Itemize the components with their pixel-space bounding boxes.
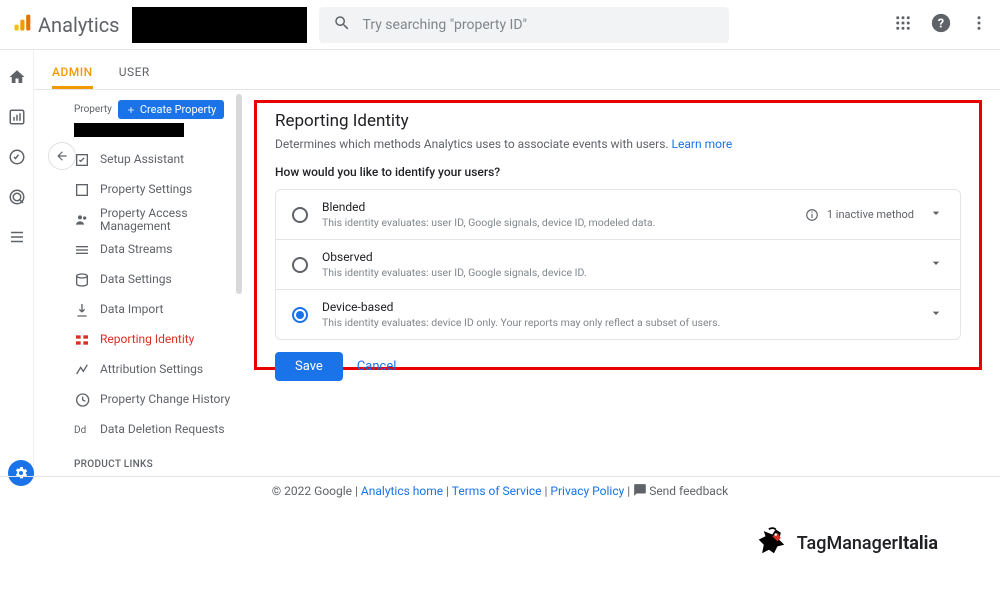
tab-user[interactable]: USER	[119, 65, 150, 89]
search-input[interactable]: Try searching "property ID"	[319, 7, 729, 43]
header-actions: ?	[894, 12, 988, 38]
footer-link-tos[interactable]: Terms of Service	[452, 484, 542, 498]
property-header: Property Create Property	[74, 100, 242, 119]
configure-icon[interactable]	[8, 228, 26, 250]
option-blended[interactable]: Blended This identity evaluates: user ID…	[276, 190, 960, 240]
tab-admin[interactable]: ADMIN	[52, 65, 93, 89]
nav-rail	[0, 50, 34, 480]
page-footer: © 2022 Google | Analytics home | Terms o…	[0, 476, 1000, 498]
radio-observed[interactable]	[292, 257, 308, 273]
property-column: Property Create Property Setup Assistant…	[34, 90, 242, 480]
option-device-based[interactable]: Device-based This identity evaluates: de…	[276, 290, 960, 339]
more-icon[interactable]	[970, 14, 988, 36]
svg-text:?: ?	[938, 16, 944, 31]
create-property-button[interactable]: Create Property	[118, 100, 224, 119]
content-area: ADMIN USER Property Create Property Setu…	[0, 50, 1000, 480]
send-feedback-link[interactable]: Send feedback	[649, 484, 728, 498]
home-icon[interactable]	[8, 68, 26, 90]
menu-reporting-identity[interactable]: Reporting Identity	[74, 325, 242, 355]
learn-more-link[interactable]: Learn more	[672, 137, 733, 151]
menu-attribution-settings[interactable]: Attribution Settings	[74, 355, 242, 385]
chevron-down-icon[interactable]	[928, 205, 944, 225]
reports-icon[interactable]	[8, 108, 26, 130]
menu-data-streams[interactable]: Data Streams	[74, 235, 242, 265]
menu-property-access[interactable]: Property Access Management	[74, 205, 242, 235]
scrollbar[interactable]	[236, 94, 242, 294]
app-header: Analytics Try searching "property ID" ?	[0, 0, 1000, 50]
chevron-down-icon[interactable]	[928, 305, 944, 325]
footer-link-home[interactable]: Analytics home	[361, 484, 443, 498]
page-subtitle: Determines which methods Analytics uses …	[275, 137, 961, 151]
cancel-button[interactable]: Cancel	[357, 359, 397, 374]
main-panel: Reporting Identity Determines which meth…	[242, 90, 1000, 480]
product-name: Analytics	[38, 13, 120, 37]
apps-icon[interactable]	[894, 14, 912, 36]
logo-area: Analytics	[12, 13, 120, 37]
property-name-redacted[interactable]	[74, 123, 184, 137]
property-label: Property	[74, 104, 112, 115]
search-icon	[333, 14, 351, 36]
admin-body: Property Create Property Setup Assistant…	[34, 90, 1000, 480]
menu-data-deletion[interactable]: DdData Deletion Requests	[74, 415, 242, 445]
info-icon	[805, 208, 819, 222]
menu-property-settings[interactable]: Property Settings	[74, 175, 242, 205]
analytics-logo-icon	[12, 13, 32, 37]
page-title: Reporting Identity	[275, 111, 961, 131]
menu-setup-assistant[interactable]: Setup Assistant	[74, 145, 242, 175]
identity-options: Blended This identity evaluates: user ID…	[275, 189, 961, 340]
account-selector[interactable]	[132, 7, 307, 43]
top-tabs: ADMIN USER	[34, 50, 1000, 90]
menu-change-history[interactable]: Property Change History	[74, 385, 242, 415]
product-links-heading: PRODUCT LINKS	[74, 459, 242, 470]
save-button[interactable]: Save	[275, 352, 343, 381]
main-column: ADMIN USER Property Create Property Setu…	[34, 50, 1000, 480]
search-placeholder: Try searching "property ID"	[363, 17, 528, 33]
option-observed[interactable]: Observed This identity evaluates: user I…	[276, 240, 960, 290]
radio-device-based[interactable]	[292, 307, 308, 323]
action-buttons: Save Cancel	[275, 352, 961, 381]
chevron-down-icon[interactable]	[928, 255, 944, 275]
dd-icon: Dd	[74, 425, 90, 436]
help-icon[interactable]: ?	[930, 12, 952, 38]
explore-icon[interactable]	[8, 148, 26, 170]
identity-question: How would you like to identify your user…	[275, 165, 961, 179]
watermark-brand: TagManagerItalia	[757, 526, 938, 560]
feedback-icon	[633, 484, 649, 498]
inactive-badge: 1 inactive method	[805, 208, 914, 222]
brand-text: TagManagerItalia	[797, 533, 938, 554]
highlight-box: Reporting Identity Determines which meth…	[254, 100, 982, 370]
menu-data-import[interactable]: Data Import	[74, 295, 242, 325]
radio-blended[interactable]	[292, 207, 308, 223]
advertising-icon[interactable]	[8, 188, 26, 210]
menu-data-settings[interactable]: Data Settings	[74, 265, 242, 295]
property-menu: Setup Assistant Property Settings Proper…	[74, 145, 242, 445]
back-button[interactable]	[48, 142, 76, 170]
footer-link-privacy[interactable]: Privacy Policy	[550, 484, 624, 498]
woodpecker-icon	[757, 526, 791, 560]
plus-icon	[126, 105, 136, 115]
